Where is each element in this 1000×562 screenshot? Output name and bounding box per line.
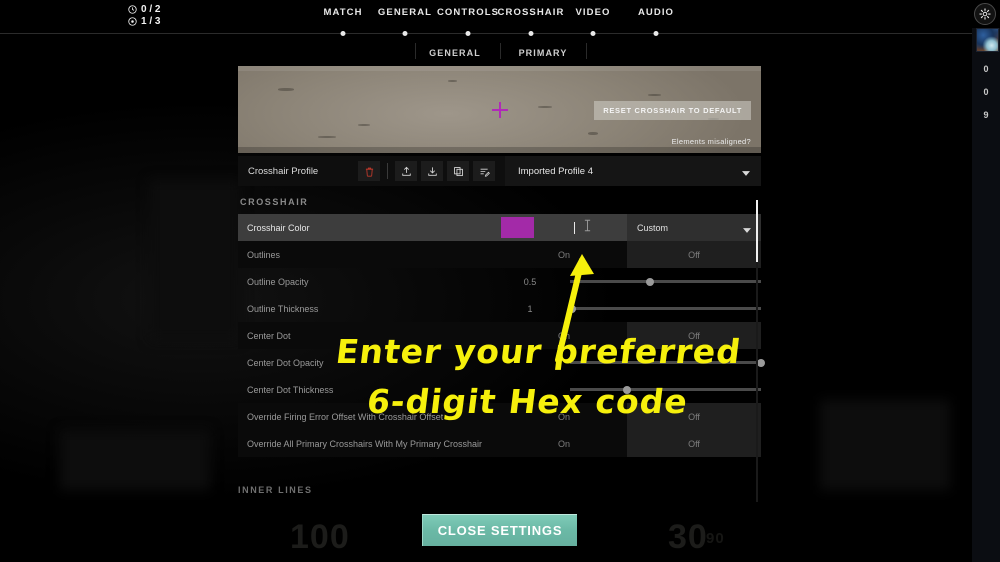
crosshair-preview: RESET CROSSHAIR TO DEFAULT Elements misa… bbox=[238, 66, 761, 153]
crosshair-profile-label: Crosshair Profile bbox=[248, 165, 319, 177]
text-caret bbox=[573, 221, 575, 234]
nav-dot bbox=[528, 30, 534, 36]
row-label: Outline Opacity bbox=[247, 276, 309, 287]
toggle-on-label: On bbox=[557, 411, 570, 422]
nav-dot bbox=[465, 30, 471, 36]
row-label: Outline Thickness bbox=[247, 303, 319, 314]
top-navigation-bar: 0 / 2 1 / 3 MATCH GENERAL CONTROLS CROSS… bbox=[0, 0, 1000, 59]
avatar[interactable] bbox=[976, 28, 999, 52]
toggle-off-label: Off bbox=[688, 249, 700, 260]
import-profile-button[interactable] bbox=[395, 161, 417, 181]
slider-center-dot-opacity[interactable] bbox=[570, 358, 765, 367]
row-label: Override All Primary Crosshairs With My … bbox=[247, 438, 483, 449]
hud-ammo: 30 bbox=[668, 518, 708, 556]
hud-health: 100 bbox=[290, 518, 350, 556]
nav-dot bbox=[402, 30, 408, 36]
elements-misaligned-link[interactable]: Elements misaligned? bbox=[672, 137, 751, 146]
crosshair-profile-bar: Crosshair Profile Imported Profile 4 bbox=[238, 156, 761, 186]
nav-dot bbox=[590, 30, 596, 36]
ibeam-cursor-icon bbox=[584, 219, 591, 237]
toggle-on-label: On bbox=[557, 438, 570, 449]
tab-crosshair[interactable]: CROSSHAIR bbox=[498, 7, 565, 18]
settings-scrollbar[interactable] bbox=[756, 200, 758, 502]
slider-value: 1 bbox=[527, 303, 533, 314]
settings-panel: RESET CROSSHAIR TO DEFAULT Elements misa… bbox=[238, 66, 765, 457]
toggle-on-option[interactable]: On bbox=[501, 430, 627, 457]
toggle-on-label: On bbox=[557, 249, 570, 260]
dropdown-value: Custom bbox=[637, 222, 669, 233]
hud-ammo-reserve: 90 bbox=[706, 530, 725, 547]
toggle-on-option[interactable]: On bbox=[501, 403, 627, 430]
inner-lines-header: INNER LINES bbox=[238, 485, 313, 495]
sidebar-value: 0 bbox=[983, 87, 989, 97]
main-tabs: MATCH GENERAL CONTROLS CROSSHAIR VIDEO A… bbox=[0, 7, 1000, 59]
profile-select[interactable]: Imported Profile 4 bbox=[505, 156, 761, 186]
row-outlines: Outlines On Off bbox=[238, 241, 761, 268]
reset-crosshair-button[interactable]: RESET CROSSHAIR TO DEFAULT bbox=[594, 101, 751, 120]
nav-divider bbox=[0, 33, 1000, 34]
row-label: Override Firing Error Offset With Crossh… bbox=[247, 411, 444, 422]
valorant-settings-screen: 100 30 90 0 / 2 1 / 3 MATCH GENERAL CONT… bbox=[0, 0, 1000, 562]
crosshair-marker bbox=[491, 101, 508, 118]
crosshair-section-header: CROSSHAIR bbox=[240, 197, 309, 207]
row-crosshair-color: Crosshair Color Custom bbox=[238, 214, 761, 241]
hex-code-input[interactable] bbox=[541, 214, 623, 241]
sidebar-value: 9 bbox=[983, 110, 989, 120]
row-label: Center Dot Opacity bbox=[247, 357, 324, 368]
toggle-off-option[interactable]: Off bbox=[627, 322, 761, 349]
toolbar-divider bbox=[387, 163, 388, 179]
delete-profile-button[interactable] bbox=[358, 161, 380, 181]
slider-outline-thickness[interactable] bbox=[567, 304, 761, 313]
chevron-down-icon bbox=[733, 225, 751, 235]
tab-video[interactable]: VIDEO bbox=[575, 7, 610, 18]
toggle-off-option[interactable]: Off bbox=[627, 430, 761, 457]
toggle-on-option[interactable]: On bbox=[501, 322, 627, 349]
toggle-off-option[interactable]: Off bbox=[627, 403, 761, 430]
row-override-all-primary: Override All Primary Crosshairs With My … bbox=[238, 430, 761, 457]
toggle-on-option[interactable]: On bbox=[501, 241, 627, 268]
tab-controls[interactable]: CONTROLS bbox=[437, 7, 499, 18]
gear-icon[interactable] bbox=[974, 3, 996, 25]
row-center-dot-opacity: Center Dot Opacity bbox=[238, 349, 765, 376]
toggle-on-label: On bbox=[557, 330, 570, 341]
row-outline-opacity: Outline Opacity 0.5 bbox=[238, 268, 761, 295]
row-override-firing-error: Override Firing Error Offset With Crossh… bbox=[238, 403, 761, 430]
slider-center-dot-thickness[interactable] bbox=[570, 385, 761, 394]
tab-audio[interactable]: AUDIO bbox=[638, 7, 674, 18]
row-outline-thickness: Outline Thickness 1 bbox=[238, 295, 761, 322]
rename-profile-button[interactable] bbox=[473, 161, 495, 181]
right-sidebar: 0 0 9 bbox=[972, 28, 1000, 562]
row-label: Center Dot Thickness bbox=[247, 384, 334, 395]
toggle-off-option[interactable]: Off bbox=[627, 241, 761, 268]
color-swatch[interactable] bbox=[501, 217, 534, 238]
toggle-off-label: Off bbox=[688, 411, 700, 422]
row-center-dot: Center Dot On Off bbox=[238, 322, 761, 349]
duplicate-profile-button[interactable] bbox=[447, 161, 469, 181]
subtab-general[interactable]: GENERAL bbox=[429, 48, 481, 58]
toggle-off-label: Off bbox=[688, 438, 700, 449]
toggle-off-label: Off bbox=[688, 330, 700, 341]
sidebar-value: 0 bbox=[983, 64, 989, 74]
row-center-dot-thickness: Center Dot Thickness bbox=[238, 376, 761, 403]
tab-general[interactable]: GENERAL bbox=[378, 7, 432, 18]
row-label: Center Dot bbox=[247, 330, 291, 341]
nav-dot bbox=[340, 30, 346, 36]
color-preset-dropdown[interactable]: Custom bbox=[627, 214, 761, 241]
settings-rows: Crosshair Color Custom Outlines On Off O… bbox=[238, 214, 765, 457]
subtab-primary[interactable]: PRIMARY bbox=[519, 48, 568, 58]
nav-dot bbox=[653, 30, 659, 36]
slider-outline-opacity[interactable] bbox=[570, 277, 761, 286]
row-label: Crosshair Color bbox=[247, 222, 310, 233]
slider-value: 0.5 bbox=[523, 276, 537, 287]
row-label: Outlines bbox=[247, 249, 281, 260]
close-settings-button[interactable]: CLOSE SETTINGS bbox=[422, 514, 577, 546]
chevron-down-icon bbox=[729, 168, 750, 179]
close-settings-label: CLOSE SETTINGS bbox=[437, 523, 563, 538]
tab-match[interactable]: MATCH bbox=[323, 7, 362, 18]
profile-selected-value: Imported Profile 4 bbox=[518, 165, 593, 177]
export-profile-button[interactable] bbox=[421, 161, 443, 181]
